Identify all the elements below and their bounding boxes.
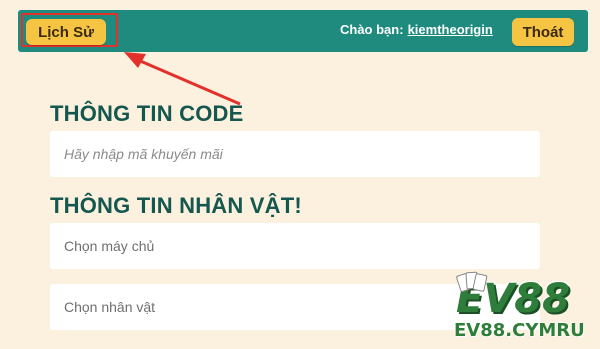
promo-code-input[interactable]: Hãy nhập mã khuyến mãi (50, 131, 540, 177)
greeting: Chào bạn: kiemtheorigin (340, 22, 493, 40)
username-link[interactable]: kiemtheorigin (408, 22, 493, 37)
server-select[interactable]: Chọn máy chủ (50, 223, 540, 269)
character-section-title: THÔNG TIN NHÂN VẬT! (50, 193, 302, 218)
top-bar: Lịch Sử Chào bạn: kiemtheorigin Thoát (18, 10, 588, 52)
greeting-prefix: Chào bạn: (340, 22, 404, 37)
playing-cards-icon (455, 270, 490, 294)
history-button[interactable]: Lịch Sử (26, 19, 106, 45)
bottom-edge (50, 340, 270, 349)
logout-button[interactable]: Thoát (512, 18, 574, 46)
code-section-title: THÔNG TIN CODE (50, 101, 244, 126)
watermark-domain: EV88.CYMRU (454, 320, 585, 341)
